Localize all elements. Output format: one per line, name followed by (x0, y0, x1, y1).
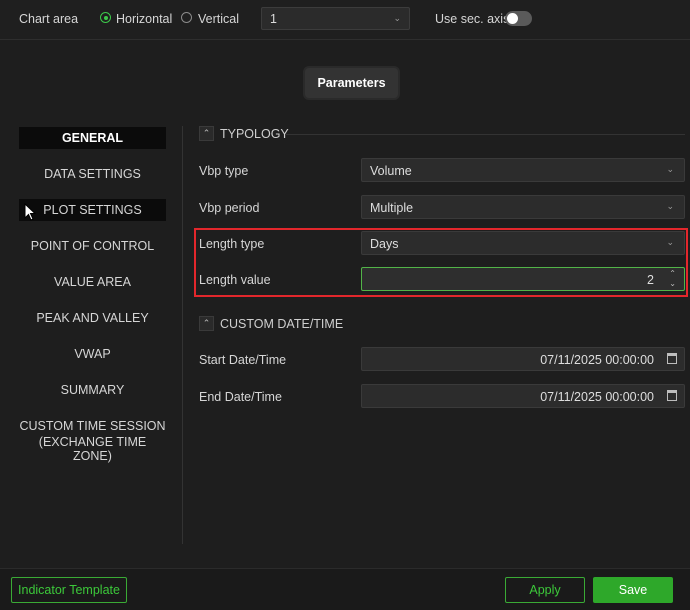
nav-item-value-area[interactable]: VALUE AREA (19, 275, 166, 289)
nav-item-vwap[interactable]: VWAP (19, 347, 166, 361)
calendar-icon[interactable] (667, 390, 677, 401)
typology-title: TYPOLOGY (220, 126, 289, 141)
section-divider (285, 134, 685, 135)
chevron-down-icon: ⌄ (666, 164, 674, 174)
end-date-value: 07/11/2025 00:00:00 (540, 390, 654, 404)
apply-button[interactable]: Apply (505, 577, 585, 603)
nav-item-plot-settings[interactable]: PLOT SETTINGS (19, 199, 166, 221)
chevron-down-icon: ⌄ (666, 201, 674, 211)
vertical-radio-label[interactable]: Vertical (198, 12, 239, 26)
toolbar: Chart area Horizontal Vertical 1 ⌄ Use s… (0, 0, 690, 40)
horizontal-radio[interactable] (100, 12, 111, 23)
chart-area-label: Chart area (19, 12, 79, 26)
sec-axis-label: Use sec. axis (435, 12, 510, 26)
vbp-type-value: Volume (370, 164, 412, 178)
typology-section-header[interactable]: ⌃ TYPOLOGY (199, 126, 289, 141)
start-date-label: Start Date/Time (199, 353, 287, 367)
calendar-icon[interactable] (667, 353, 677, 364)
toggle-knob (507, 13, 518, 24)
end-date-label: End Date/Time (199, 390, 282, 404)
custom-date-title: CUSTOM DATE/TIME (220, 316, 344, 331)
custom-date-section-header[interactable]: ⌃ CUSTOM DATE/TIME (199, 316, 343, 331)
nav-item-summary[interactable]: SUMMARY (19, 383, 166, 397)
chart-area-select[interactable]: 1 ⌄ (261, 7, 410, 30)
mouse-cursor-icon (24, 203, 36, 221)
chevron-down-icon: ⌄ (393, 13, 401, 23)
parameters-button[interactable]: Parameters (303, 66, 400, 100)
nav-item-custom-time-session[interactable]: CUSTOM TIME SESSION (19, 419, 166, 433)
chart-area-value: 1 (270, 12, 277, 26)
vbp-period-select[interactable]: Multiple ⌄ (361, 195, 685, 219)
vbp-period-value: Multiple (370, 201, 414, 215)
start-date-input[interactable]: 07/11/2025 00:00:00 (361, 347, 685, 371)
collapse-up-icon[interactable]: ⌃ (199, 316, 214, 331)
nav-item-general[interactable]: GENERAL (19, 127, 166, 149)
vbp-type-select[interactable]: Volume ⌄ (361, 158, 685, 182)
nav-item-data-settings[interactable]: DATA SETTINGS (19, 167, 166, 181)
collapse-up-icon[interactable]: ⌃ (199, 126, 214, 141)
save-button[interactable]: Save (593, 577, 673, 603)
indicator-template-button[interactable]: Indicator Template (11, 577, 127, 603)
start-date-value: 07/11/2025 00:00:00 (540, 353, 654, 367)
end-date-input[interactable]: 07/11/2025 00:00:00 (361, 384, 685, 408)
sec-axis-toggle[interactable] (505, 11, 532, 26)
vertical-radio[interactable] (181, 12, 192, 23)
panel-divider (182, 126, 183, 544)
vbp-period-label: Vbp period (199, 201, 260, 215)
nav-item-peak-and-valley[interactable]: PEAK AND VALLEY (19, 311, 166, 325)
nav-item-exchange-time-zone[interactable]: (EXCHANGE TIME ZONE) (19, 435, 166, 463)
vbp-type-label: Vbp type (199, 164, 249, 178)
highlight-box (194, 228, 688, 297)
nav-item-point-of-control[interactable]: POINT OF CONTROL (19, 239, 166, 253)
horizontal-radio-label[interactable]: Horizontal (116, 12, 172, 26)
